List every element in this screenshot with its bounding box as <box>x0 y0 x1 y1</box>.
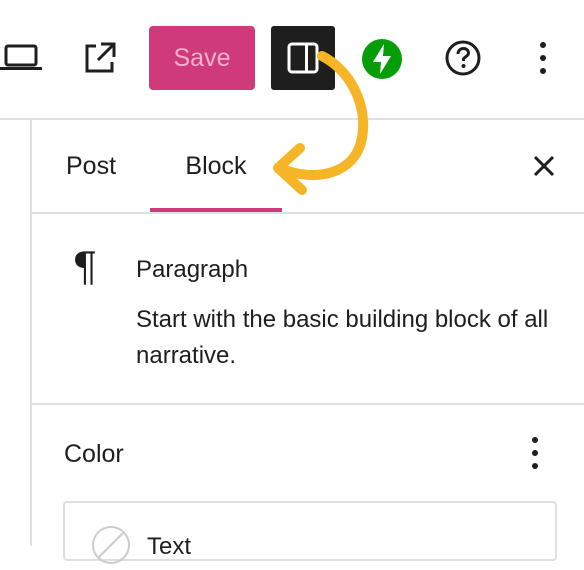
block-card: ¶ Paragraph Start with the basic buildin… <box>32 214 584 402</box>
more-options-icon <box>532 437 538 469</box>
more-options-icon <box>540 42 546 74</box>
help-button[interactable] <box>443 38 483 78</box>
jetpack-button[interactable] <box>361 38 403 80</box>
laptop-icon <box>0 44 42 70</box>
color-panel-title: Color <box>64 440 124 468</box>
settings-sidebar-toggle[interactable] <box>271 26 335 90</box>
close-sidebar-button[interactable] <box>524 146 564 186</box>
text-color-swatch[interactable] <box>91 525 131 565</box>
block-description: Start with the basic building block of a… <box>136 306 549 369</box>
jetpack-icon <box>362 39 402 79</box>
tab-post[interactable]: Post <box>32 120 150 212</box>
block-title: Paragraph <box>136 256 249 283</box>
external-link-icon <box>85 42 116 73</box>
sidebar-tabs: Post Block <box>32 120 584 212</box>
editor-toolbar: Save <box>0 0 584 118</box>
color-options-button[interactable] <box>520 436 550 476</box>
help-icon <box>445 40 481 76</box>
paragraph-icon: ¶ <box>72 245 98 291</box>
save-button[interactable]: Save <box>149 26 255 90</box>
options-menu-button[interactable] <box>528 38 558 78</box>
view-post-button[interactable] <box>82 40 118 76</box>
panel-divider <box>32 403 584 405</box>
close-icon <box>533 155 555 177</box>
no-color-icon <box>92 526 130 564</box>
sidebar-toggle-icon <box>287 42 319 74</box>
tab-block[interactable]: Block <box>150 120 282 212</box>
text-color-label[interactable]: Text <box>147 533 191 561</box>
color-settings-list: Text <box>63 501 557 564</box>
preview-device-button[interactable] <box>0 40 42 76</box>
